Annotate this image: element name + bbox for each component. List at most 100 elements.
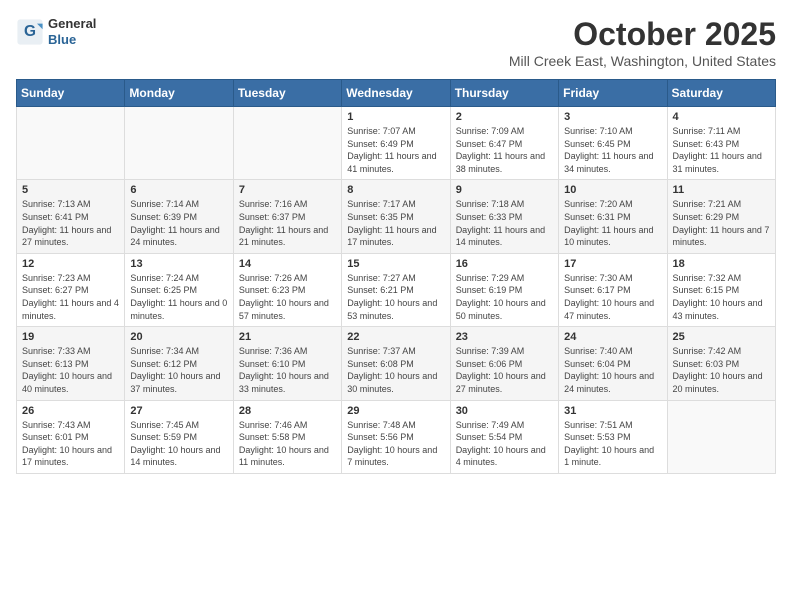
day-info: Sunrise: 7:30 AM Sunset: 6:17 PM Dayligh… [564, 272, 661, 322]
day-cell: 25Sunrise: 7:42 AM Sunset: 6:03 PM Dayli… [667, 327, 775, 400]
day-number: 6 [130, 184, 227, 196]
day-cell [667, 400, 775, 473]
day-cell: 20 Sunrise: 7:34 AM Sunset: 6:12 PM Dayli… [125, 327, 233, 400]
day-cell: 26 Sunrise: 7:43 AM Sunset: 6:01 PM Dayli… [17, 400, 125, 473]
day-cell: 19Sunrise: 7:33 AM Sunset: 6:13 PM Dayli… [17, 327, 125, 400]
day-number: 10 [564, 184, 661, 196]
day-info: Sunrise: 7:23 AM Sunset: 6:27 PM Dayligh… [22, 272, 119, 322]
day-number: 18 [673, 258, 770, 270]
day-info: Sunrise: 7:17 AM Sunset: 6:35 PM Dayligh… [347, 198, 444, 248]
calendar: SundayMondayTuesdayWednesdayThursdayFrid… [16, 79, 776, 474]
day-cell: 29 Sunrise: 7:48 AM Sunset: 5:56 PM Dayli… [342, 400, 450, 473]
day-info: Sunrise: 7:18 AM Sunset: 6:33 PM Dayligh… [456, 198, 553, 248]
day-cell: 12Sunrise: 7:23 AM Sunset: 6:27 PM Dayli… [17, 253, 125, 326]
day-info: Sunrise: 7:48 AM Sunset: 5:56 PM Dayligh… [347, 419, 444, 469]
weekday-header-thursday: Thursday [450, 80, 558, 107]
day-info: Sunrise: 7:16 AM Sunset: 6:37 PM Dayligh… [239, 198, 336, 248]
day-cell: 9 Sunrise: 7:18 AM Sunset: 6:33 PM Daylig… [450, 180, 558, 253]
day-info: Sunrise: 7:14 AM Sunset: 6:39 PM Dayligh… [130, 198, 227, 248]
location-title: Mill Creek East, Washington, United Stat… [509, 53, 776, 69]
weekday-header-friday: Friday [559, 80, 667, 107]
day-info: Sunrise: 7:34 AM Sunset: 6:12 PM Dayligh… [130, 345, 227, 395]
month-title: October 2025 [509, 16, 776, 53]
day-number: 31 [564, 405, 661, 417]
week-row-5: 26 Sunrise: 7:43 AM Sunset: 6:01 PM Dayli… [17, 400, 776, 473]
day-cell: 21 Sunrise: 7:36 AM Sunset: 6:10 PM Dayli… [233, 327, 341, 400]
day-cell: 28 Sunrise: 7:46 AM Sunset: 5:58 PM Dayli… [233, 400, 341, 473]
day-number: 1 [347, 111, 444, 123]
day-cell: 7Sunrise: 7:16 AM Sunset: 6:37 PM Daylig… [233, 180, 341, 253]
day-info: Sunrise: 7:43 AM Sunset: 6:01 PM Dayligh… [22, 419, 119, 469]
day-number: 21 [239, 331, 336, 343]
day-cell: 5Sunrise: 7:13 AM Sunset: 6:41 PM Daylig… [17, 180, 125, 253]
day-cell: 17 Sunrise: 7:30 AM Sunset: 6:17 PM Dayli… [559, 253, 667, 326]
day-cell: 8Sunrise: 7:17 AM Sunset: 6:35 PM Daylig… [342, 180, 450, 253]
day-number: 26 [22, 405, 119, 417]
day-number: 5 [22, 184, 119, 196]
day-cell: 6 Sunrise: 7:14 AM Sunset: 6:39 PM Daylig… [125, 180, 233, 253]
day-number: 4 [673, 111, 770, 123]
day-cell [17, 107, 125, 180]
day-number: 14 [239, 258, 336, 270]
day-cell: 31 Sunrise: 7:51 AM Sunset: 5:53 PM Dayli… [559, 400, 667, 473]
day-cell: 4 Sunrise: 7:11 AM Sunset: 6:43 PM Daylig… [667, 107, 775, 180]
day-info: Sunrise: 7:39 AM Sunset: 6:06 PM Dayligh… [456, 345, 553, 395]
week-row-1: 1 Sunrise: 7:07 AM Sunset: 6:49 PM Daylig… [17, 107, 776, 180]
weekday-header-monday: Monday [125, 80, 233, 107]
day-info: Sunrise: 7:07 AM Sunset: 6:49 PM Dayligh… [347, 125, 444, 175]
day-info: Sunrise: 7:10 AM Sunset: 6:45 PM Dayligh… [564, 125, 661, 175]
day-number: 28 [239, 405, 336, 417]
day-cell: 1 Sunrise: 7:07 AM Sunset: 6:49 PM Daylig… [342, 107, 450, 180]
day-info: Sunrise: 7:37 AM Sunset: 6:08 PM Dayligh… [347, 345, 444, 395]
logo: G General Blue [16, 16, 96, 47]
weekday-header-wednesday: Wednesday [342, 80, 450, 107]
day-number: 22 [347, 331, 444, 343]
logo-icon: G [16, 18, 44, 46]
day-number: 13 [130, 258, 227, 270]
day-info: Sunrise: 7:36 AM Sunset: 6:10 PM Dayligh… [239, 345, 336, 395]
weekday-header-tuesday: Tuesday [233, 80, 341, 107]
day-cell: 18Sunrise: 7:32 AM Sunset: 6:15 PM Dayli… [667, 253, 775, 326]
day-cell: 16Sunrise: 7:29 AM Sunset: 6:19 PM Dayli… [450, 253, 558, 326]
day-number: 9 [456, 184, 553, 196]
day-cell: 15Sunrise: 7:27 AM Sunset: 6:21 PM Dayli… [342, 253, 450, 326]
header: G General Blue October 2025 Mill Creek E… [16, 16, 776, 69]
svg-text:G: G [24, 23, 36, 40]
day-number: 11 [673, 184, 770, 196]
week-row-4: 19Sunrise: 7:33 AM Sunset: 6:13 PM Dayli… [17, 327, 776, 400]
day-number: 20 [130, 331, 227, 343]
day-cell: 24Sunrise: 7:40 AM Sunset: 6:04 PM Dayli… [559, 327, 667, 400]
day-number: 30 [456, 405, 553, 417]
day-cell: 10Sunrise: 7:20 AM Sunset: 6:31 PM Dayli… [559, 180, 667, 253]
day-cell: 13 Sunrise: 7:24 AM Sunset: 6:25 PM Dayli… [125, 253, 233, 326]
day-cell: 23 Sunrise: 7:39 AM Sunset: 6:06 PM Dayli… [450, 327, 558, 400]
day-info: Sunrise: 7:40 AM Sunset: 6:04 PM Dayligh… [564, 345, 661, 395]
day-number: 25 [673, 331, 770, 343]
day-number: 17 [564, 258, 661, 270]
logo-blue-text: Blue [48, 32, 96, 48]
day-info: Sunrise: 7:21 AM Sunset: 6:29 PM Dayligh… [673, 198, 770, 248]
week-row-2: 5Sunrise: 7:13 AM Sunset: 6:41 PM Daylig… [17, 180, 776, 253]
weekday-header-sunday: Sunday [17, 80, 125, 107]
day-info: Sunrise: 7:11 AM Sunset: 6:43 PM Dayligh… [673, 125, 770, 175]
day-info: Sunrise: 7:33 AM Sunset: 6:13 PM Dayligh… [22, 345, 119, 395]
day-cell: 30Sunrise: 7:49 AM Sunset: 5:54 PM Dayli… [450, 400, 558, 473]
title-area: October 2025 Mill Creek East, Washington… [509, 16, 776, 69]
day-number: 29 [347, 405, 444, 417]
day-info: Sunrise: 7:46 AM Sunset: 5:58 PM Dayligh… [239, 419, 336, 469]
day-cell: 2 Sunrise: 7:09 AM Sunset: 6:47 PM Daylig… [450, 107, 558, 180]
day-info: Sunrise: 7:09 AM Sunset: 6:47 PM Dayligh… [456, 125, 553, 175]
day-number: 15 [347, 258, 444, 270]
day-number: 27 [130, 405, 227, 417]
day-cell [233, 107, 341, 180]
day-number: 23 [456, 331, 553, 343]
day-number: 2 [456, 111, 553, 123]
day-info: Sunrise: 7:24 AM Sunset: 6:25 PM Dayligh… [130, 272, 227, 322]
day-cell: 3Sunrise: 7:10 AM Sunset: 6:45 PM Daylig… [559, 107, 667, 180]
day-info: Sunrise: 7:45 AM Sunset: 5:59 PM Dayligh… [130, 419, 227, 469]
day-info: Sunrise: 7:51 AM Sunset: 5:53 PM Dayligh… [564, 419, 661, 469]
day-cell [125, 107, 233, 180]
day-info: Sunrise: 7:26 AM Sunset: 6:23 PM Dayligh… [239, 272, 336, 322]
day-cell: 11 Sunrise: 7:21 AM Sunset: 6:29 PM Dayli… [667, 180, 775, 253]
week-row-3: 12Sunrise: 7:23 AM Sunset: 6:27 PM Dayli… [17, 253, 776, 326]
